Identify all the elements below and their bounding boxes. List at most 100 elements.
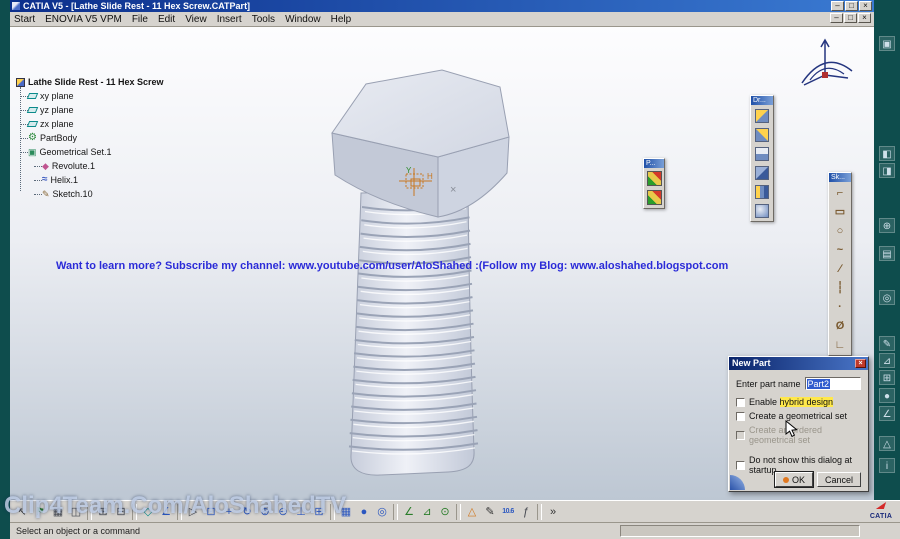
pencil-icon[interactable]: ✎ xyxy=(879,336,895,351)
operation-icon[interactable]: ∟ xyxy=(830,335,850,354)
profile-icon[interactable]: ⌐ xyxy=(830,183,850,202)
grid-icon[interactable]: ▦ xyxy=(337,503,355,521)
doc-close-button[interactable]: × xyxy=(858,13,871,23)
compass-pivot[interactable] xyxy=(822,72,828,78)
grid-icon[interactable]: ⊞ xyxy=(879,370,895,385)
dialog-title-bar[interactable]: New Part × xyxy=(729,357,868,370)
tree-item-partbody[interactable]: ⚙ PartBody xyxy=(16,131,164,145)
paint-icon[interactable]: ◧ xyxy=(879,146,895,161)
render-style-icon[interactable] xyxy=(752,201,772,220)
material-catalog-icon[interactable] xyxy=(644,188,664,207)
specification-tree: Lathe Slide Rest - 11 Hex Screw xy plane… xyxy=(16,75,164,201)
normal-view-icon[interactable]: ⊥ xyxy=(292,503,310,521)
toolbar-drag-handle[interactable]: P... xyxy=(644,159,664,168)
fit-all-icon[interactable]: ⊡ xyxy=(202,503,220,521)
doc-restore-button[interactable]: □ xyxy=(844,13,857,23)
cancel-button[interactable]: Cancel xyxy=(816,472,861,487)
front-view-icon[interactable] xyxy=(752,125,772,144)
menu-view[interactable]: View xyxy=(185,14,207,25)
tree-item-zx-plane[interactable]: zx plane xyxy=(16,117,164,131)
point-icon[interactable]: · xyxy=(830,297,850,316)
menu-help[interactable]: Help xyxy=(331,14,352,25)
toolbar-catalog: P... xyxy=(643,158,665,209)
zoom-in-icon[interactable]: ⊕ xyxy=(256,503,274,521)
part-name-input[interactable]: Part2 xyxy=(804,377,861,390)
title-bar[interactable]: CATIA V5 - [Lathe Slide Rest - 11 Hex Sc… xyxy=(10,0,874,12)
command-input-field[interactable] xyxy=(620,525,860,537)
paste-icon[interactable]: ⊟ xyxy=(112,503,130,521)
zoom-out-icon[interactable]: ⊖ xyxy=(274,503,292,521)
line-icon[interactable]: ∕ xyxy=(830,259,850,278)
menu-tools[interactable]: Tools xyxy=(252,14,275,25)
toolbar-overflow-icon[interactable]: » xyxy=(544,503,562,521)
tree-item-helix[interactable]: ≈ Helix.1 xyxy=(16,173,164,187)
info-icon[interactable]: i xyxy=(879,458,895,473)
tree-item-sketch[interactable]: ✎ Sketch.10 xyxy=(16,187,164,201)
close-button[interactable]: × xyxy=(859,1,872,11)
tree-item-root[interactable]: Lathe Slide Rest - 11 Hex Screw xyxy=(16,75,164,89)
toolbar-drag-handle[interactable]: Dr... xyxy=(751,96,773,105)
tree-item-xy-plane[interactable]: xy plane xyxy=(16,89,164,103)
multi-view-icon[interactable] xyxy=(752,182,772,201)
maximize-button[interactable]: □ xyxy=(845,1,858,11)
triangle-ruler-icon[interactable]: ⊿ xyxy=(879,353,895,368)
magnifier-icon[interactable]: ⊕ xyxy=(879,218,895,233)
layers-icon[interactable]: ▤ xyxy=(879,246,895,261)
compass-tool-icon[interactable]: △ xyxy=(879,436,895,451)
no-show-checkbox[interactable] xyxy=(736,460,745,470)
minimize-button[interactable]: – xyxy=(831,1,844,11)
spline-icon[interactable]: ~ xyxy=(830,240,850,259)
graph-tree-icon[interactable]: ▦ xyxy=(49,503,67,521)
menu-insert[interactable]: Insert xyxy=(217,14,242,25)
plane-icon[interactable]: ◇ xyxy=(139,503,157,521)
angle-icon[interactable]: ∠ xyxy=(879,406,895,421)
tree-item-yz-plane[interactable]: yz plane xyxy=(16,103,164,117)
rotate-icon[interactable]: ↻ xyxy=(238,503,256,521)
axis-icon[interactable]: ┆ xyxy=(830,278,850,297)
brush-icon[interactable]: ◨ xyxy=(879,163,895,178)
measure-icon[interactable]: ∠ xyxy=(400,503,418,521)
view-compass[interactable] xyxy=(790,33,860,93)
top-view-icon[interactable] xyxy=(752,144,772,163)
copy-icon[interactable]: ⊞ xyxy=(94,503,112,521)
multi-view-icon[interactable]: ⊞ xyxy=(310,503,328,521)
menu-edit[interactable]: Edit xyxy=(158,14,175,25)
catalog-browser-icon[interactable] xyxy=(644,169,664,188)
fly-mode-icon[interactable]: ▷ xyxy=(184,503,202,521)
compass-icon[interactable]: △ xyxy=(463,503,481,521)
measure-between-icon[interactable]: ⊿ xyxy=(418,503,436,521)
hide-show-icon[interactable]: ◎ xyxy=(373,503,391,521)
menu-file[interactable]: File xyxy=(132,14,148,25)
window-icon[interactable]: ▣ xyxy=(879,36,895,51)
3d-viewport[interactable]: Y H × Lathe Slide Rest - 11 Hex Screw xy… xyxy=(10,27,874,500)
hybrid-design-checkbox[interactable] xyxy=(736,397,745,407)
window-layout-icon[interactable]: ◫ xyxy=(67,503,85,521)
pan-icon[interactable]: + xyxy=(220,503,238,521)
dialog-close-icon[interactable]: × xyxy=(855,359,866,368)
sketch-pencil-icon[interactable]: ✎ xyxy=(481,503,499,521)
menu-start[interactable]: Start xyxy=(14,14,35,25)
left-view-icon[interactable] xyxy=(752,163,772,182)
shaded-sphere-icon[interactable]: ● xyxy=(355,503,373,521)
flag-icon[interactable]: ⚑ xyxy=(31,503,49,521)
units-icon[interactable]: 10.6 xyxy=(499,503,517,521)
tree-item-geometrical-set[interactable]: ▣ Geometrical Set.1 xyxy=(16,145,164,159)
geometrical-set-checkbox[interactable] xyxy=(736,411,745,421)
menu-enovia[interactable]: ENOVIA V5 VPM xyxy=(45,14,122,25)
circle-icon[interactable]: ○ xyxy=(830,221,850,240)
menu-window[interactable]: Window xyxy=(285,14,321,25)
doc-minimize-button[interactable]: – xyxy=(830,13,843,23)
knowledge-icon[interactable]: ƒ xyxy=(517,503,535,521)
close-marker[interactable]: × xyxy=(450,184,456,196)
axis-system-icon[interactable]: ∠ xyxy=(157,503,175,521)
iso-view-icon[interactable] xyxy=(752,106,772,125)
mass-properties-icon[interactable]: ⊙ xyxy=(436,503,454,521)
constraint-icon[interactable]: Ø xyxy=(830,316,850,335)
select-icon[interactable]: ↖ xyxy=(13,503,31,521)
ok-button[interactable]: OK xyxy=(773,471,814,488)
toolbar-drag-handle[interactable]: Sk... xyxy=(829,173,851,182)
tree-item-revolute[interactable]: ◆ Revolute.1 xyxy=(16,159,164,173)
sphere-icon[interactable]: ● xyxy=(879,388,895,403)
rectangle-icon[interactable]: ▭ xyxy=(830,202,850,221)
target-icon[interactable]: ◎ xyxy=(879,290,895,305)
